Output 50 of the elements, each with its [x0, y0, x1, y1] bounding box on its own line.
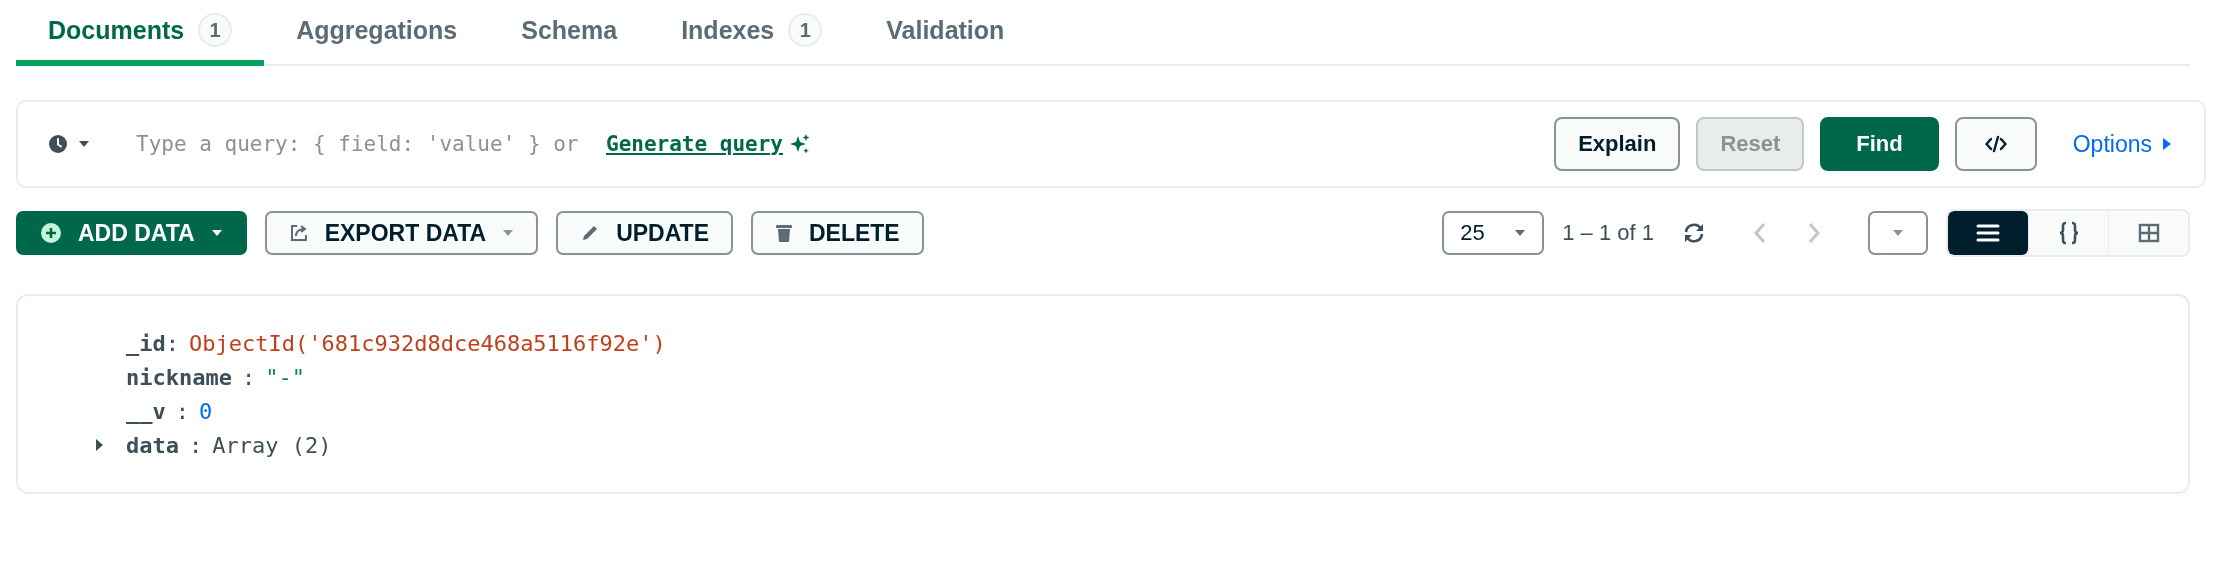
refresh-icon[interactable]: [1682, 222, 1706, 244]
list-icon: [1976, 224, 2000, 242]
count-badge: 1: [198, 13, 233, 47]
view-mode-button[interactable]: [2028, 211, 2108, 255]
caret-icon: [1514, 229, 1527, 237]
caret-icon: [1892, 229, 1904, 237]
tab[interactable]: Schema: [489, 0, 650, 66]
page-range-text: 1 – 1 of 1: [1562, 220, 1654, 246]
action-button[interactable]: UPDATE: [556, 211, 733, 255]
clock-icon: [48, 134, 68, 154]
action-button[interactable]: DELETE: [751, 211, 924, 255]
field-separator: :: [165, 330, 179, 356]
tab[interactable]: Indexes 1: [649, 0, 855, 66]
export-icon: [288, 223, 309, 243]
field-name: data: [126, 432, 179, 458]
page-size-select[interactable]: 25: [1442, 211, 1545, 255]
field-name: __v: [126, 398, 166, 424]
field-value: 0: [199, 398, 213, 424]
caret-icon: [2162, 137, 2172, 151]
trash-icon: [775, 223, 793, 243]
generate-query-link[interactable]: Generate query: [606, 132, 783, 156]
sparkle-icon: [789, 133, 811, 155]
tab[interactable]: Documents 1: [16, 0, 265, 66]
query-history-button[interactable]: [48, 134, 90, 154]
count-badge: 1: [788, 13, 823, 47]
tab[interactable]: Validation: [854, 0, 1037, 66]
field-name: nickname: [126, 364, 232, 390]
code-view-button[interactable]: [1954, 117, 2037, 171]
code-icon: [1984, 135, 2007, 153]
view-mode-button[interactable]: [1948, 211, 2028, 255]
table-icon: [2137, 223, 2160, 243]
caret-right-icon[interactable]: [94, 438, 104, 452]
find-button[interactable]: Find: [1820, 117, 1939, 171]
field-separator: :: [189, 432, 203, 458]
query-button[interactable]: Explain: [1554, 117, 1681, 171]
action-button[interactable]: EXPORT DATA: [264, 211, 539, 255]
plus-icon: [40, 222, 62, 244]
options-button[interactable]: Options: [2066, 129, 2178, 159]
field-separator: :: [241, 364, 256, 390]
caret-icon: [78, 140, 90, 148]
field-value: Array (2): [212, 432, 332, 458]
field-value: "-": [265, 364, 305, 390]
braces-icon: [2057, 221, 2080, 245]
query-input-field[interactable]: Type a query: { field: 'value' } or: [136, 132, 606, 156]
field-name: _id: [126, 330, 166, 356]
tab[interactable]: Aggregations: [264, 0, 490, 66]
dropdown-button[interactable]: [1868, 211, 1928, 255]
field-value: ObjectId('681c932d8dce468a5116f92e'): [189, 330, 666, 356]
action-button[interactable]: ADD DATA: [16, 211, 247, 255]
field-separator: :: [175, 398, 189, 424]
